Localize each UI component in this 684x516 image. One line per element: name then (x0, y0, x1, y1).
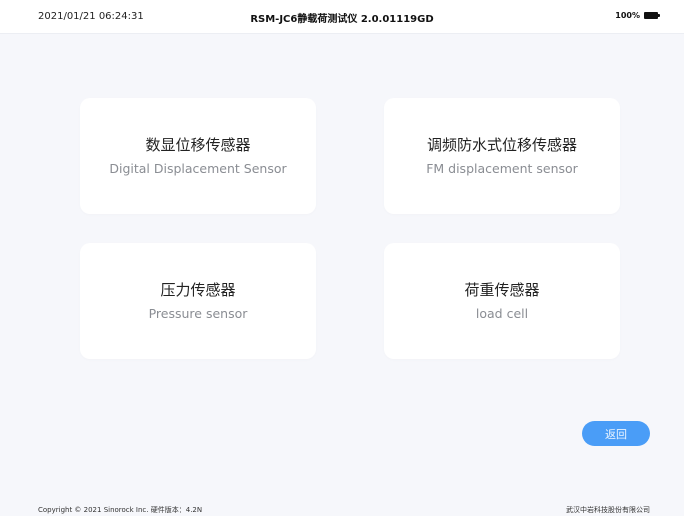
footer-company: 武汉中岩科技股份有限公司 (566, 506, 650, 514)
sensor-card-digital-displacement[interactable]: 数显位移传感器 Digital Displacement Sensor (80, 98, 316, 214)
battery-status: 100% (615, 11, 660, 20)
app-title: RSM-JC6静载荷测试仪 2.0.01119GD (250, 14, 434, 25)
sensor-card-pressure[interactable]: 压力传感器 Pressure sensor (80, 243, 316, 359)
battery-full-icon (644, 12, 660, 19)
sensor-card-subtitle: load cell (475, 305, 529, 321)
back-button[interactable]: 返回 (582, 421, 650, 446)
sensor-card-subtitle: Digital Displacement Sensor (109, 160, 287, 176)
battery-percentage: 100% (615, 11, 640, 20)
footer-copyright: Copyright © 2021 Sinorock Inc. 硬件版本：4.2N (38, 506, 203, 514)
sensor-card-subtitle: FM displacement sensor (426, 160, 578, 176)
sensor-card-fm-displacement[interactable]: 调频防水式位移传感器 FM displacement sensor (384, 98, 620, 214)
sensor-card-title: 调频防水式位移传感器 (426, 135, 577, 154)
sensor-card-title: 压力传感器 (160, 280, 236, 299)
sensor-card-title: 数显位移传感器 (145, 135, 251, 154)
sensor-card-title: 荷重传感器 (464, 280, 540, 299)
sensor-card-load-cell[interactable]: 荷重传感器 load cell (384, 243, 620, 359)
status-bar: 2021/01/21 06:24:31 RSM-JC6静载荷测试仪 2.0.01… (0, 0, 684, 34)
sensor-card-subtitle: Pressure sensor (148, 305, 248, 321)
